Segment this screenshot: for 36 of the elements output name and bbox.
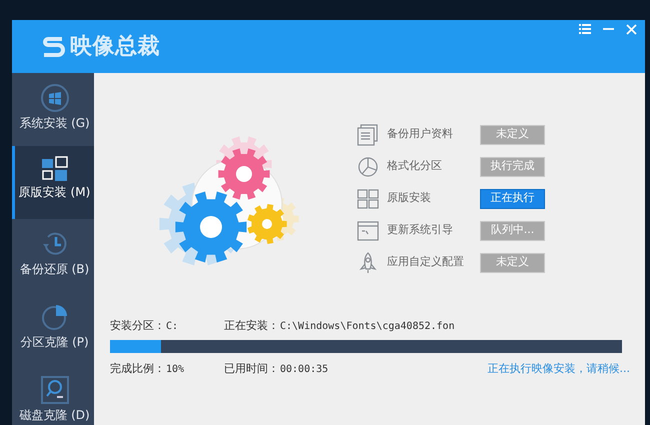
elapsed-value: 00:00:35 [280,362,328,376]
rocket-icon [357,252,379,274]
sidebar-item[interactable]: 备份还原 (B) [12,219,94,292]
step-status: 执行完成 [480,156,545,176]
step-status: 未定义 [480,124,545,144]
windows-logo-icon [40,83,70,113]
pie-chart-icon [40,302,70,332]
ratio-label: 完成比例： [110,360,166,377]
installing-file: C:\Windows\Fonts\cga40852.fon [280,320,455,334]
step-label: 格式化分区 [387,158,443,174]
step-label: 备份用户资料 [387,126,454,142]
elapsed-label: 已用时间： [224,360,280,377]
menu-icon[interactable] [579,24,591,34]
step-label: 原版安装 [387,190,432,206]
sidebar-item[interactable]: 原版安装 (M) [12,146,94,219]
close-icon[interactable] [626,24,637,35]
sidebar-item[interactable]: 分区克隆 (P) [12,292,94,365]
step-label: 应用自定义配置 [387,254,465,270]
installing-label: 正在安装： [224,318,280,334]
partition-label: 安装分区： [110,318,166,334]
console-window-icon [357,220,379,242]
window-tiles-icon [42,156,68,182]
step-status: 队列中... [480,220,545,240]
sidebar-item[interactable]: 磁盘克隆 (D) [12,365,94,425]
window-tiles-icon [357,188,379,210]
partition-value: C: [166,320,180,334]
sidebar-item[interactable]: 系统安装 (G) [12,73,94,146]
ratio-value: 10% [166,362,186,376]
disk-search-icon [40,375,70,405]
step-status: 正在执行 [480,188,545,208]
documents-icon [357,124,379,146]
step-label: 更新系统引导 [387,222,454,238]
step-status: 未定义 [480,252,545,272]
window-title: 映像总裁 [70,33,160,61]
pie-chart-icon [357,156,379,178]
status-message: 正在执行映像安装，请稍候... [488,360,630,377]
